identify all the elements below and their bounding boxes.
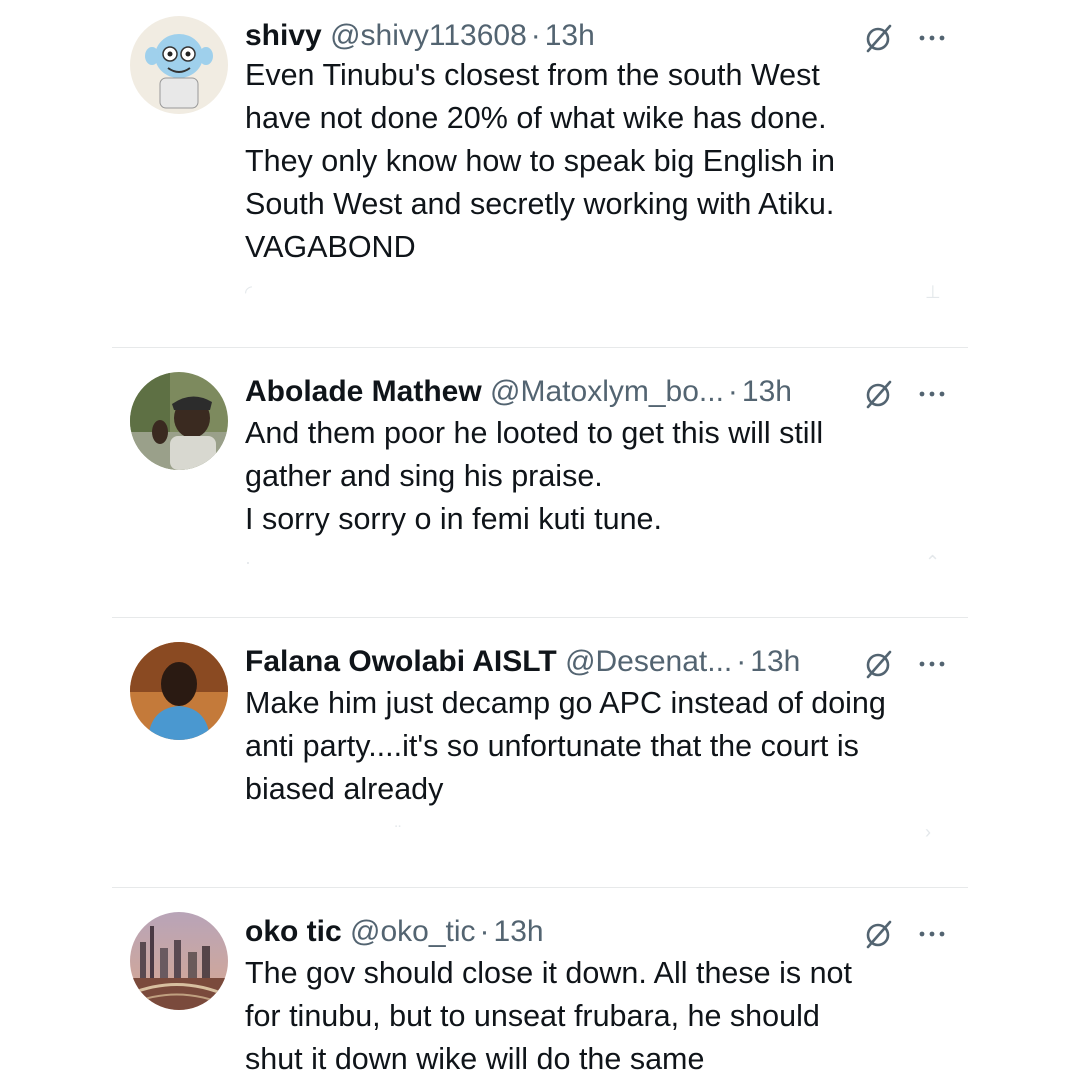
action-bar: ◜ ⊥ [245,282,945,312]
share-icon[interactable]: ⌃ [925,552,940,573]
cartoon-avatar-icon [130,16,228,114]
separator-dot: · [479,915,490,948]
reply-3[interactable]: Falana Owolabi AISLT @Desenat... · 13h Mak… [0,642,1080,882]
more-icon[interactable] [916,22,948,54]
display-name[interactable]: shivy [245,19,322,52]
avatar[interactable] [130,912,228,1010]
divider [112,887,968,888]
display-name[interactable]: oko tic [245,915,342,948]
reply-icon[interactable]: · [245,552,251,573]
user-handle[interactable]: @Matoxlym_bo... [490,375,724,408]
avatar[interactable] [130,372,228,470]
user-handle[interactable]: @shivy113608 [330,19,527,52]
display-name[interactable]: Abolade Mathew [245,375,482,408]
action-bar: · ⌃ [245,552,945,582]
grok-icon[interactable] [862,378,894,410]
reply-icon[interactable]: ◜ [245,282,252,303]
photo-avatar-icon [130,642,228,740]
tweet-text: Even Tinubu's closest from the south Wes… [245,58,835,264]
timestamp[interactable]: 13h [750,645,800,678]
divider [112,617,968,618]
more-icon[interactable] [916,378,948,410]
grok-icon[interactable] [862,918,894,950]
reply-icon[interactable]: ¨ [395,822,401,843]
photo-avatar-icon [130,372,228,470]
grok-icon[interactable] [862,648,894,680]
timestamp[interactable]: 13h [742,375,792,408]
avatar[interactable] [130,16,228,114]
tweet-text: And them poor he looted to get this will… [245,416,824,536]
timestamp[interactable]: 13h [545,19,595,52]
cityscape-avatar-icon [130,912,228,1010]
more-icon[interactable] [916,918,948,950]
reply-4[interactable]: oko tic @oko_tic · 13h The gov should clos… [0,912,1080,1080]
reply-1[interactable]: shivy @shivy113608 · 13h Even Tinubu's clo… [0,16,1080,336]
tweet-text: The gov should close it down. All these … [245,956,852,1076]
user-handle[interactable]: @Desenat... [565,645,732,678]
tweet-header: shivy @shivy113608 · 13h [245,16,595,56]
tweet-header: Abolade Mathew @Matoxlym_bo... · 13h [245,372,792,412]
reply-2[interactable]: Abolade Mathew @Matoxlym_bo... · 13h And t… [0,372,1080,612]
timestamp[interactable]: 13h [494,915,544,948]
user-handle[interactable]: @oko_tic [350,915,476,948]
more-icon[interactable] [916,648,948,680]
grok-icon[interactable] [862,22,894,54]
separator-dot: · [530,19,541,52]
share-icon[interactable]: › [925,822,931,843]
separator-dot: · [727,375,738,408]
tweet-text: Make him just decamp go APC instead of d… [245,686,886,806]
share-icon[interactable]: ⊥ [925,282,941,303]
display-name[interactable]: Falana Owolabi AISLT [245,645,557,678]
tweet-header: Falana Owolabi AISLT @Desenat... · 13h [245,642,800,682]
separator-dot: · [736,645,747,678]
avatar[interactable] [130,642,228,740]
tweet-header: oko tic @oko_tic · 13h [245,912,544,952]
action-bar: ¨ › [245,822,945,852]
divider [112,347,968,348]
